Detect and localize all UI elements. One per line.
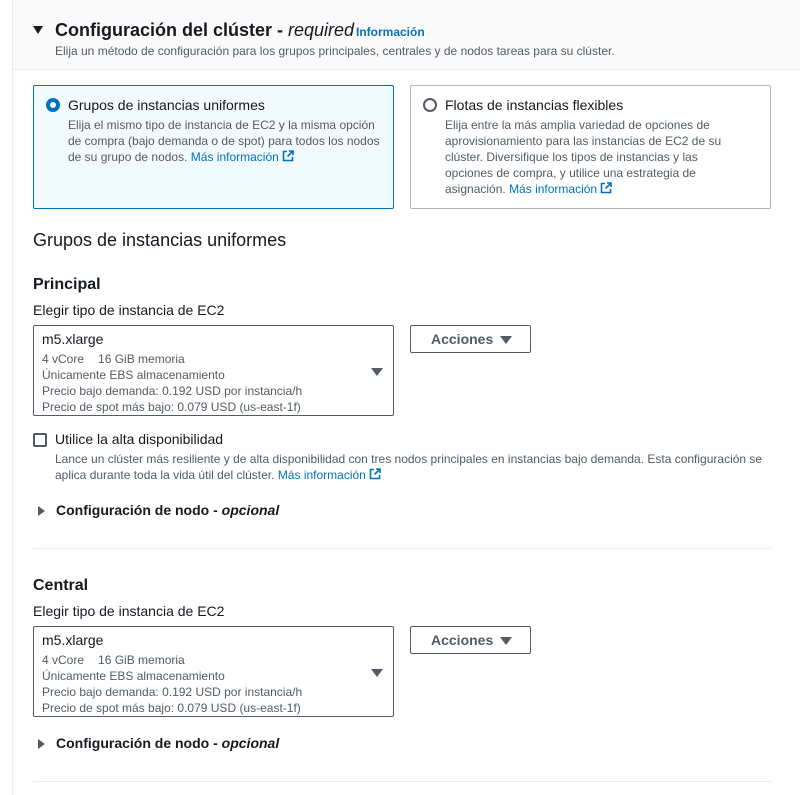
tile-description: Elija entre la más amplia variedad de op… bbox=[445, 117, 745, 197]
caret-down-icon bbox=[500, 336, 512, 344]
tile-title: Flotas de instancias flexibles bbox=[445, 97, 624, 113]
section-title-text: Configuración del clúster bbox=[55, 20, 273, 40]
tile-title: Grupos de instancias uniformes bbox=[68, 97, 265, 113]
node-configuration-text: Configuración de nodo bbox=[56, 502, 210, 518]
on-demand-price: Precio bajo demanda: 0.192 USD por insta… bbox=[42, 384, 303, 398]
vcpu-count: 4 vCore bbox=[42, 352, 85, 366]
high-availability-description-text: Lance un clúster más resiliente y de alt… bbox=[55, 452, 763, 482]
core-instance-type-select[interactable]: m5.xlarge 4 vCore 16 GiB memoria Únicamen… bbox=[33, 626, 394, 717]
learn-more-link[interactable]: Más información bbox=[278, 468, 381, 482]
dropdown-caret-icon bbox=[371, 368, 383, 376]
storage-type: Únicamente EBS almacenamiento bbox=[42, 669, 225, 683]
instance-type-details: 4 vCore 16 GiB memoria Únicamente EBS alm… bbox=[42, 652, 302, 716]
instance-type-name: m5.xlarge bbox=[42, 331, 104, 347]
external-link-icon bbox=[282, 150, 294, 162]
cluster-configuration-panel: Configuración del clúster - required Inf… bbox=[12, 0, 800, 795]
caret-right-icon bbox=[38, 739, 45, 749]
memory-size: 16 GiB memoria bbox=[98, 352, 185, 366]
core-group-title: Central bbox=[33, 577, 89, 594]
optional-label: opcional bbox=[221, 735, 280, 751]
spot-price: Precio de spot más bajo: 0.079 USD (us-e… bbox=[42, 400, 301, 414]
high-availability-label[interactable]: Utilice la alta disponibilidad bbox=[55, 431, 223, 447]
node-configuration-separator: - bbox=[209, 502, 222, 518]
section-header: Configuración del clúster - required Inf… bbox=[13, 0, 800, 70]
caret-right-icon bbox=[38, 506, 45, 516]
external-link-icon bbox=[369, 468, 381, 480]
learn-more-label[interactable]: Más información bbox=[509, 182, 597, 196]
primary-instance-type-label: Elegir tipo de instancia de EC2 bbox=[33, 302, 225, 318]
node-configuration-label: Configuración de nodo - opcional bbox=[56, 735, 279, 751]
dropdown-caret-icon bbox=[371, 669, 383, 677]
section-divider bbox=[33, 548, 771, 549]
section-divider bbox=[33, 781, 771, 782]
node-configuration-separator: - bbox=[209, 735, 222, 751]
radio-uniform-instance-groups[interactable] bbox=[46, 98, 60, 112]
tile-flexible-instance-fleets[interactable]: Flotas de instancias flexibles Elija ent… bbox=[410, 85, 771, 209]
learn-more-label[interactable]: Más información bbox=[191, 150, 279, 164]
radio-flexible-instance-fleets[interactable] bbox=[423, 98, 437, 112]
primary-group-title: Principal bbox=[33, 276, 101, 293]
subsection-heading: Grupos de instancias uniformes bbox=[33, 230, 287, 250]
node-configuration-text: Configuración de nodo bbox=[56, 735, 210, 751]
learn-more-link[interactable]: Más información bbox=[191, 150, 294, 164]
core-instance-type-label: Elegir tipo de instancia de EC2 bbox=[33, 603, 225, 619]
external-link-icon bbox=[600, 182, 612, 194]
required-label: required bbox=[288, 20, 355, 40]
node-configuration-label: Configuración de nodo - opcional bbox=[56, 502, 279, 518]
info-link[interactable]: Información bbox=[356, 25, 425, 39]
instance-type-details: 4 vCore 16 GiB memoria Únicamente EBS alm… bbox=[42, 351, 302, 415]
tile-description: Elija el mismo tipo de instancia de EC2 … bbox=[68, 117, 386, 165]
instance-type-name: m5.xlarge bbox=[42, 632, 104, 648]
collapse-caret-icon[interactable] bbox=[33, 26, 43, 34]
core-actions-button[interactable]: Acciones bbox=[410, 626, 531, 654]
title-separator: - bbox=[272, 20, 289, 40]
high-availability-description: Lance un clúster más resiliente y de alt… bbox=[55, 451, 785, 483]
learn-more-link[interactable]: Más información bbox=[509, 182, 612, 196]
high-availability-checkbox[interactable] bbox=[33, 433, 47, 447]
storage-type: Únicamente EBS almacenamiento bbox=[42, 368, 225, 382]
vcpu-count: 4 vCore bbox=[42, 653, 85, 667]
learn-more-label[interactable]: Más información bbox=[278, 468, 366, 482]
actions-button-label: Acciones bbox=[431, 632, 494, 648]
memory-size: 16 GiB memoria bbox=[98, 653, 185, 667]
primary-actions-button[interactable]: Acciones bbox=[410, 325, 531, 353]
tile-uniform-instance-groups[interactable]: Grupos de instancias uniformes Elija el … bbox=[33, 85, 394, 209]
on-demand-price: Precio bajo demanda: 0.192 USD por insta… bbox=[42, 685, 303, 699]
section-description: Elija un método de configuración para lo… bbox=[55, 44, 615, 58]
section-title: Configuración del clúster - required bbox=[55, 20, 354, 41]
caret-down-icon bbox=[500, 637, 512, 645]
actions-button-label: Acciones bbox=[431, 331, 494, 347]
optional-label: opcional bbox=[221, 502, 280, 518]
spot-price: Precio de spot más bajo: 0.079 USD (us-e… bbox=[42, 701, 301, 715]
primary-instance-type-select[interactable]: m5.xlarge 4 vCore 16 GiB memoria Únicamen… bbox=[33, 325, 394, 416]
